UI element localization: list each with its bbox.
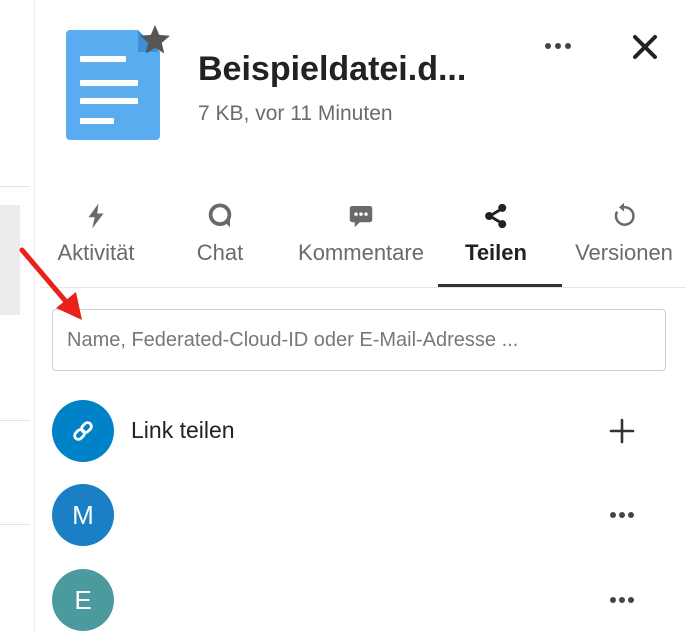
tab-label: Versionen xyxy=(575,240,673,265)
history-icon xyxy=(614,202,635,226)
tab-label: Chat xyxy=(196,240,244,265)
link-avatar xyxy=(52,400,114,462)
background-row-highlight xyxy=(0,205,20,315)
comment-icon xyxy=(349,206,373,228)
document-line xyxy=(80,98,138,104)
share-link-row[interactable]: Link teilen xyxy=(52,400,666,462)
active-tab-indicator xyxy=(438,284,562,287)
sharing-sidebar-page: Beispieldatei.d... 7 KB, vor 11 Minuten … xyxy=(0,0,686,632)
plus-icon[interactable] xyxy=(604,414,640,448)
share-search-input[interactable] xyxy=(52,309,666,371)
share-link-label: Link teilen xyxy=(131,417,235,443)
document-line xyxy=(80,80,138,86)
document-line xyxy=(80,118,114,124)
chat-bubble-icon xyxy=(208,203,232,228)
more-horizontal-icon[interactable] xyxy=(604,498,640,532)
tab-teilen[interactable]: Teilen xyxy=(450,195,542,285)
tab-kommentare[interactable]: Kommentare xyxy=(282,195,440,285)
tab-label: Kommentare xyxy=(298,240,424,265)
tab-label: Teilen xyxy=(465,240,527,265)
tab-chat[interactable]: Chat xyxy=(174,195,266,285)
more-horizontal-icon[interactable] xyxy=(540,32,576,60)
tab-label: Aktivität xyxy=(57,240,135,265)
lightning-icon xyxy=(88,203,104,229)
more-horizontal-icon[interactable] xyxy=(604,583,640,617)
file-meta: 7 KB, vor 11 Minuten xyxy=(198,102,393,125)
share-entry-row[interactable]: E xyxy=(52,569,666,631)
avatar: M xyxy=(52,484,114,546)
tab-aktivitaet[interactable]: Aktivität xyxy=(40,195,152,285)
background-divider xyxy=(0,186,30,187)
background-divider xyxy=(0,420,30,421)
tabs-divider xyxy=(40,287,686,288)
share-icon xyxy=(485,203,507,229)
link-icon xyxy=(73,421,93,441)
sidebar-border xyxy=(34,0,35,632)
background-app-strip xyxy=(0,0,34,632)
close-icon[interactable] xyxy=(628,30,662,64)
avatar: E xyxy=(52,569,114,631)
background-divider xyxy=(0,524,30,525)
document-line xyxy=(80,56,126,62)
sidebar-tabs: Aktivität Chat Kommentare Teilen Version… xyxy=(40,195,686,287)
share-entry-row[interactable]: M xyxy=(52,484,666,546)
tab-versionen[interactable]: Versionen xyxy=(562,195,686,285)
file-title: Beispieldatei.d... xyxy=(198,50,467,88)
star-icon[interactable] xyxy=(137,22,173,58)
